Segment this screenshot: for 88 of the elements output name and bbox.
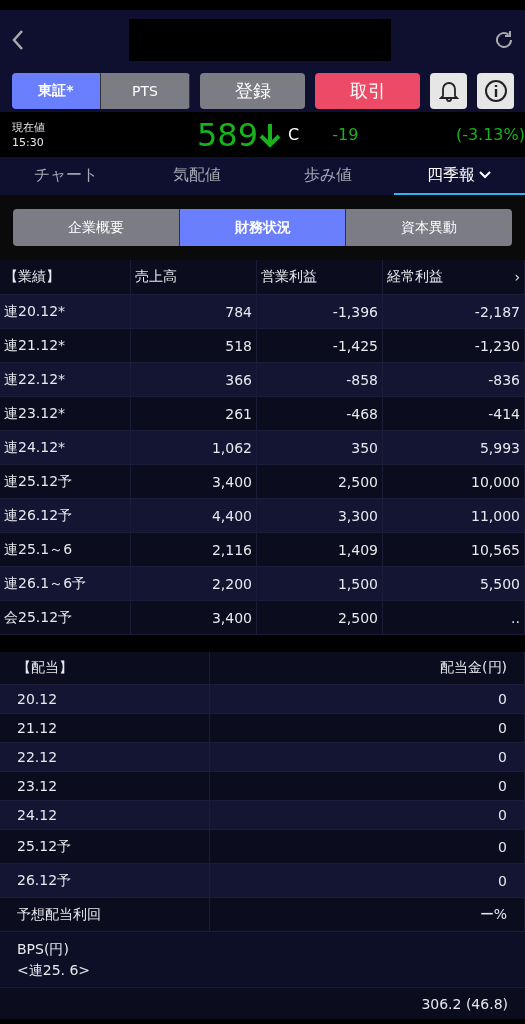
table-cell: 1,062 (131, 431, 257, 465)
refresh-icon[interactable] (493, 29, 515, 51)
table-cell: -836 (383, 363, 525, 397)
row-label: 連26.12予 (0, 499, 131, 533)
info-icon (483, 79, 508, 103)
row-label: 連26.1～6予 (0, 567, 131, 601)
info-button[interactable] (477, 73, 514, 109)
row-label: 連25.1～6 (0, 533, 131, 567)
column-header: 【業績】 (0, 260, 131, 295)
table-cell: -1,425 (257, 329, 383, 363)
bps-value: 306.2 (46.8) (421, 995, 508, 1012)
price-change: -19 (332, 125, 359, 144)
price-time: 15:30 (12, 134, 45, 150)
table-cell: 518 (131, 329, 257, 363)
table-cell: 0 (210, 801, 525, 830)
table-cell: 10,000 (383, 465, 525, 499)
bell-button[interactable] (430, 73, 467, 109)
row-label: 連23.12* (0, 397, 131, 431)
table-cell: 0 (210, 830, 525, 864)
table-cell: 3,400 (131, 465, 257, 499)
table-cell: 2,500 (257, 601, 383, 635)
row-label: 24.12 (0, 801, 210, 830)
table-cell: 5,500 (383, 567, 525, 601)
column-header-text: 経常利益 (387, 268, 443, 286)
column-header: 配当金(円) (210, 652, 525, 685)
row-label: 連22.12* (0, 363, 131, 397)
column-header: 売上高 (131, 260, 257, 295)
back-icon[interactable] (10, 28, 26, 52)
row-label: 連24.12* (0, 431, 131, 465)
row-label: 23.12 (0, 772, 210, 801)
scroll-right-icon[interactable]: › (514, 269, 520, 285)
bps-label: BPS(円) (17, 939, 70, 959)
table-cell: 4,400 (131, 499, 257, 533)
view-tab[interactable]: 気配値 (131, 157, 263, 195)
view-tab[interactable]: 歩み値 (262, 157, 394, 195)
table-cell: 5,993 (383, 431, 525, 465)
section-tab[interactable]: 企業概要 (13, 209, 180, 246)
bell-icon (438, 80, 459, 102)
table-cell: -1,396 (257, 295, 383, 329)
table-cell: 366 (131, 363, 257, 397)
table-cell: -2,187 (383, 295, 525, 329)
row-label: 連25.12予 (0, 465, 131, 499)
table-cell: 2,116 (131, 533, 257, 567)
row-label: 20.12 (0, 685, 210, 714)
table-cell: .. (383, 601, 525, 635)
price-change-percent: (-3.13%) (455, 125, 525, 144)
table-cell: -858 (257, 363, 383, 397)
section-tab[interactable]: 資本異動 (346, 209, 512, 246)
table-cell: 784 (131, 295, 257, 329)
row-label: 21.12 (0, 714, 210, 743)
table-cell: 0 (210, 714, 525, 743)
market-tab[interactable]: PTS (101, 73, 190, 109)
table-cell: 0 (210, 772, 525, 801)
table-cell: -468 (257, 397, 383, 431)
table-cell: 350 (257, 431, 383, 465)
row-label: 連20.12* (0, 295, 131, 329)
register-button[interactable]: 登録 (200, 73, 305, 109)
table-cell: 10,565 (383, 533, 525, 567)
row-label: 会25.12予 (0, 601, 131, 635)
column-header: 営業利益 (257, 260, 383, 295)
view-tab[interactable]: チャート (0, 157, 132, 195)
current-price: 589 (197, 115, 259, 154)
table-cell: 3,400 (131, 601, 257, 635)
table-cell: 1,409 (257, 533, 383, 567)
table-cell: 3,300 (257, 499, 383, 533)
bps-basis: <連25. 6> (17, 960, 92, 980)
table-cell: -414 (383, 397, 525, 431)
price-label: 現在値 (12, 119, 46, 135)
table-cell: 0 (210, 685, 525, 714)
table-cell: 2,200 (131, 567, 257, 601)
table-cell: 0 (210, 743, 525, 772)
table-cell: ー% (210, 898, 525, 932)
price-status-text: C (288, 125, 300, 144)
table-cell: 1,500 (257, 567, 383, 601)
column-header: 【配当】 (0, 652, 210, 685)
row-label: 予想配当利回 (0, 898, 210, 932)
table-cell: 261 (131, 397, 257, 431)
table-cell: 0 (210, 864, 525, 898)
table-cell: -1,230 (383, 329, 525, 363)
section-tab[interactable]: 財務状況 (179, 209, 347, 246)
row-label: 22.12 (0, 743, 210, 772)
row-label: 25.12予 (0, 830, 210, 864)
table-cell: 11,000 (383, 499, 525, 533)
trade-button[interactable]: 取引 (315, 73, 420, 109)
table-cell: 2,500 (257, 465, 383, 499)
market-tab[interactable]: 東証* (12, 73, 101, 109)
row-label: 連21.12* (0, 329, 131, 363)
row-label: 26.12予 (0, 864, 210, 898)
